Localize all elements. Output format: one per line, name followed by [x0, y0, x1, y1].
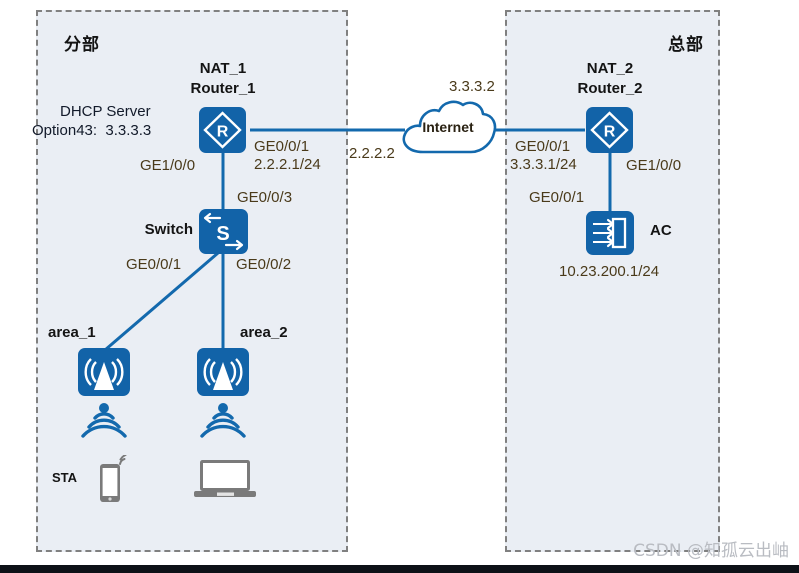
watermark: CSDN @知孤云出岫: [633, 541, 789, 561]
zone-branch-title: 分部: [64, 35, 100, 54]
ap2-area-label: area_2: [240, 324, 288, 341]
ac-label: AC: [650, 222, 672, 239]
router2-name-bottom: Router_2: [577, 80, 643, 97]
switch-ge0-0-1-label: GE0/0/1: [126, 256, 182, 273]
router2-ge1-0-0-label: GE1/0/0: [626, 157, 682, 174]
svg-text:R: R: [604, 124, 616, 141]
ac-ge0-0-1-label: GE0/0/1: [529, 189, 585, 206]
device-router2[interactable]: R: [586, 107, 633, 153]
laptop-icon[interactable]: [192, 458, 258, 505]
zone-headquarters-title: 总部: [668, 35, 704, 54]
svg-text:S: S: [216, 223, 229, 245]
router1-ge0-0-1-label: GE0/0/1: [254, 138, 310, 155]
ap1-area-label: area_1: [48, 324, 96, 341]
ap1-wifi-waves-icon: [78, 400, 130, 449]
smartphone-icon[interactable]: [95, 454, 131, 510]
wan-ip-right-label: 3.3.3.2: [449, 78, 495, 95]
device-ap1[interactable]: [78, 348, 130, 396]
dhcp-option43-label: Option43: 3.3.3.3: [32, 122, 152, 139]
router1-name-bottom: Router_1: [190, 80, 256, 97]
sta-label: STA: [52, 470, 78, 485]
device-router1[interactable]: R: [199, 107, 246, 153]
router1-ge1-0-0-label: GE1/0/0: [140, 157, 196, 174]
bottom-bar: [0, 565, 799, 573]
switch-label: Switch: [144, 221, 193, 238]
dhcp-server-label: DHCP Server: [60, 103, 151, 120]
device-switch[interactable]: S: [199, 209, 248, 254]
router2-name-top: NAT_2: [586, 60, 634, 77]
wan-ip-left-label: 2.2.2.2: [349, 145, 395, 162]
device-ap2[interactable]: [197, 348, 249, 396]
switch-ge0-0-3-label: GE0/0/3: [237, 189, 293, 206]
router1-wan-ip-label: 2.2.2.1/24: [254, 156, 321, 173]
ac-ip-label: 10.23.200.1/24: [559, 263, 660, 280]
router2-ge0-0-1-label: GE0/0/1: [515, 138, 571, 155]
internet-label: Internet: [422, 119, 474, 135]
ap2-wifi-waves-icon: [197, 400, 249, 449]
network-topology-diagram: 分部 总部 Internet NAT_1 Router_1 R NAT_2 Ro…: [0, 0, 799, 573]
switch-ge0-0-2-label: GE0/0/2: [236, 256, 292, 273]
router1-name-top: NAT_1: [199, 60, 247, 77]
svg-text:R: R: [217, 124, 229, 141]
device-ac[interactable]: [586, 211, 634, 255]
router2-wan-ip-label: 3.3.3.1/24: [510, 156, 577, 173]
